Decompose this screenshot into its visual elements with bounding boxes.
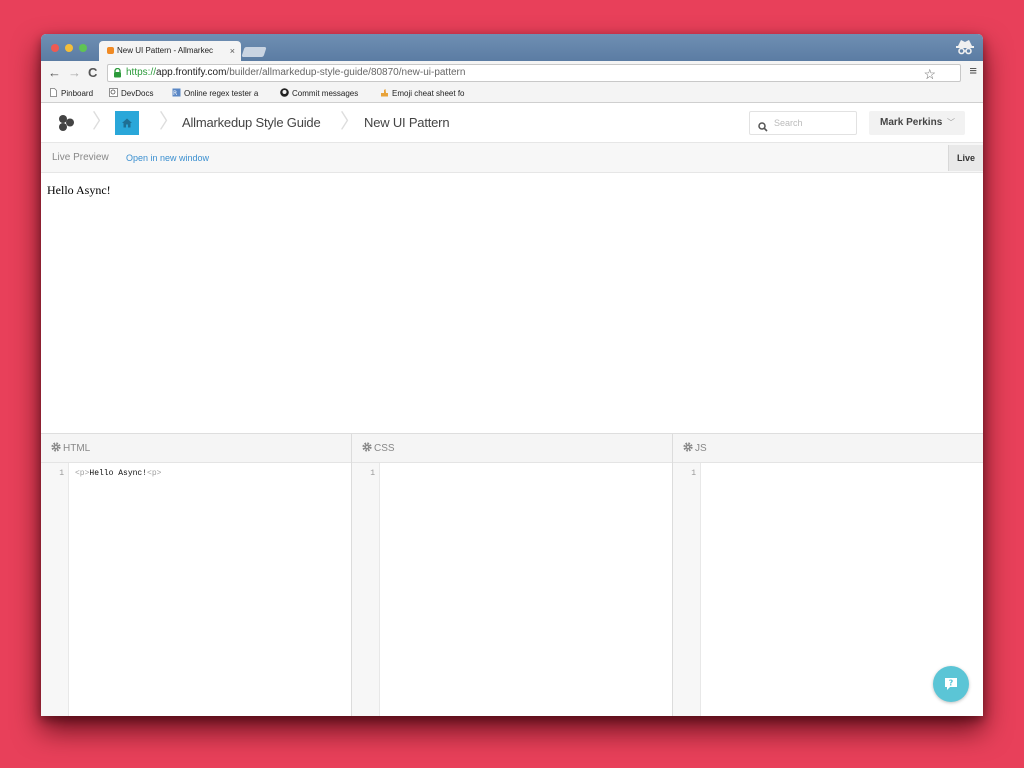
address-bar[interactable]: https://app.frontify.com/builder/allmark… (107, 64, 961, 82)
line-number: 1 (59, 469, 64, 478)
search-icon (758, 118, 768, 140)
browser-toolbar: ← → C https://app.frontify.com/builder/a… (41, 61, 983, 85)
bookmark-label: DevDocs (121, 89, 154, 98)
bookmark-regex[interactable]: R Online regex tester a (172, 87, 258, 101)
js-pane-title: JS (695, 443, 707, 454)
preview-area: Hello Async! (41, 173, 983, 433)
frontify-favicon-icon (107, 47, 114, 54)
gear-icon (51, 442, 61, 452)
js-pane-header[interactable]: JS (673, 434, 983, 463)
bookmarks-bar: Pinboard DevDocs R Online regex tester a … (41, 85, 983, 103)
html-editor-pane: HTML 1 <p>Hello Async!<p> (41, 434, 352, 716)
code-text: Hello Async! (89, 469, 148, 478)
preview-bar: Live Preview Open in new window Live (41, 143, 983, 173)
svg-text:?: ? (949, 678, 954, 687)
html-code-editor[interactable]: <p>Hello Async!<p> (75, 469, 161, 478)
user-name: Mark Perkins (880, 117, 943, 128)
line-number: 1 (691, 469, 696, 478)
css-pane-header[interactable]: CSS (352, 434, 672, 463)
bookmark-label: Pinboard (61, 89, 94, 98)
help-chat-button[interactable]: ? (933, 666, 969, 702)
js-code-editor[interactable] (707, 469, 967, 709)
close-window-button[interactable] (51, 44, 59, 52)
url-path: /builder/allmarkedup-style-guide/80870/n… (226, 67, 466, 78)
emoji-icon (381, 89, 388, 97)
bookmark-star-icon[interactable]: ☆ (923, 66, 936, 81)
browser-menu-icon[interactable]: ≡ (969, 62, 977, 80)
breadcrumb-chevron-icon: 〉 (159, 111, 179, 133)
breadcrumb-chevron-icon: 〉 (92, 111, 112, 133)
url-scheme: https:// (126, 67, 157, 78)
bookmark-label: Online regex tester a (184, 89, 259, 98)
tab-title: New UI Pattern - Allmarkec (117, 46, 214, 55)
breadcrumb-project[interactable]: Allmarkedup Style Guide (182, 115, 321, 130)
preview-content: Hello Async! (47, 183, 111, 197)
bookmark-label: Emoji cheat sheet fo (392, 89, 465, 98)
code-close-tag: <p> (147, 469, 162, 478)
reload-button[interactable]: C (88, 64, 97, 82)
gear-icon (362, 442, 372, 452)
js-line-gutter: 1 (673, 463, 701, 716)
url-host: app.frontify.com (156, 67, 227, 78)
minimize-window-button[interactable] (65, 44, 73, 52)
editors: HTML 1 <p>Hello Async!<p> CSS 1 JS 1 (41, 433, 983, 716)
code-open-tag: <p> (75, 469, 90, 478)
lock-icon (113, 67, 122, 81)
home-button[interactable] (115, 111, 139, 135)
new-tab-button[interactable] (241, 47, 267, 57)
incognito-icon (955, 38, 975, 61)
css-editor-pane: CSS 1 (352, 434, 673, 716)
search-placeholder: Search (774, 118, 803, 128)
bookmark-pinboard[interactable]: Pinboard (49, 87, 93, 101)
page-icon (50, 88, 57, 97)
search-input[interactable]: Search (749, 111, 857, 135)
devdocs-icon (109, 88, 118, 97)
breadcrumb-page[interactable]: New UI Pattern (364, 115, 450, 130)
live-preview-label: Live Preview (52, 152, 109, 163)
home-icon (122, 118, 132, 128)
css-line-gutter: 1 (352, 463, 380, 716)
user-menu-button[interactable]: Mark Perkins ﹀ (869, 111, 965, 135)
html-pane-title: HTML (63, 443, 91, 454)
bookmark-commit-messages[interactable]: Commit messages (280, 87, 358, 101)
bookmark-devdocs[interactable]: DevDocs (109, 87, 153, 101)
regex-icon: R (172, 88, 181, 97)
tab-close-icon[interactable]: × (230, 41, 235, 61)
forward-button[interactable]: → (68, 64, 81, 82)
browser-tab[interactable]: New UI Pattern - Allmarkec × (99, 41, 241, 61)
maximize-window-button[interactable] (79, 44, 87, 52)
frontify-logo-icon[interactable] (57, 114, 77, 137)
tab-bar: New UI Pattern - Allmarkec × (41, 34, 983, 61)
gear-icon (683, 442, 693, 452)
app-header: 〉 〉 Allmarkedup Style Guide 〉 New UI Pat… (41, 103, 983, 143)
css-code-editor[interactable] (386, 469, 656, 709)
open-in-new-window-link[interactable]: Open in new window (126, 153, 209, 163)
html-line-gutter: 1 (41, 463, 69, 716)
line-number: 1 (370, 469, 375, 478)
svg-text:R: R (173, 90, 177, 97)
browser-window: New UI Pattern - Allmarkec × ← → C https… (41, 34, 983, 716)
bookmark-label: Commit messages (292, 89, 359, 98)
breadcrumb-chevron-icon: 〉 (340, 111, 360, 133)
css-pane-title: CSS (374, 443, 395, 454)
back-button[interactable]: ← (48, 64, 61, 82)
html-pane-header[interactable]: HTML (41, 434, 351, 463)
github-icon (280, 88, 289, 97)
chat-help-icon: ? (945, 678, 957, 690)
chevron-down-icon: ﹀ (947, 118, 956, 127)
live-button[interactable]: Live (948, 145, 983, 171)
bookmark-emoji[interactable]: Emoji cheat sheet fo (380, 87, 464, 101)
